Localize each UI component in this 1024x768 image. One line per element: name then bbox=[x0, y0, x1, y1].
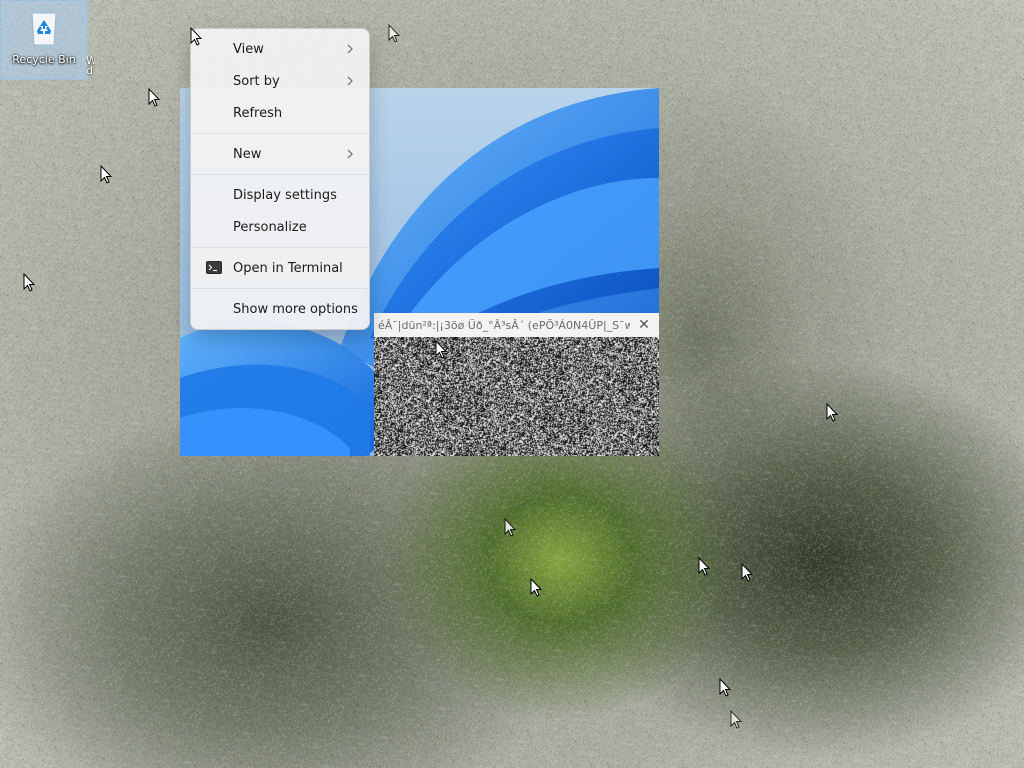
menu-item-label: Personalize bbox=[233, 219, 307, 235]
menu-separator bbox=[192, 174, 368, 175]
cursor-icon bbox=[23, 273, 35, 292]
menu-item-view[interactable]: View bbox=[195, 35, 365, 63]
cursor-icon bbox=[698, 557, 710, 576]
cursor-icon bbox=[435, 340, 447, 359]
desktop-icon-partial-label: W d bbox=[86, 56, 94, 76]
cursor-icon bbox=[730, 710, 742, 729]
menu-item-label: Refresh bbox=[233, 105, 283, 121]
menu-separator bbox=[192, 288, 368, 289]
menu-item-label: Show more options bbox=[233, 301, 358, 317]
desktop[interactable]: Recycle Bin W d éÂ¯|dün²ª:|¡3öø Üð_°Â³sÂ… bbox=[0, 0, 1024, 768]
menu-item-sort-by[interactable]: Sort by bbox=[195, 67, 365, 95]
menu-item-label: Display settings bbox=[233, 187, 337, 203]
cursor-icon bbox=[148, 88, 160, 107]
recycle-bin-icon bbox=[31, 12, 57, 46]
menu-separator bbox=[192, 247, 368, 248]
desktop-icon-label: Recycle Bin bbox=[12, 53, 76, 66]
cursor-icon bbox=[530, 578, 542, 597]
preview-title-bar: éÂ¯|dün²ª:|¡3öø Üð_°Â³sÂ´ (ePÖ³Á0N4ÛP|_S… bbox=[374, 313, 659, 337]
cursor-icon bbox=[826, 403, 838, 422]
cursor-icon bbox=[100, 165, 112, 184]
desktop-context-menu: View Sort by Refresh New Display setting… bbox=[190, 28, 370, 330]
chevron-right-icon bbox=[347, 76, 353, 86]
menu-item-display-settings[interactable]: Display settings bbox=[195, 181, 365, 209]
preview-title-text: éÂ¯|dün²ª:|¡3öø Üð_°Â³sÂ´ (ePÖ³Á0N4ÛP|_S… bbox=[378, 318, 630, 332]
menu-item-refresh[interactable]: Refresh bbox=[195, 99, 365, 127]
cursor-icon bbox=[504, 518, 516, 537]
cursor-icon bbox=[719, 678, 731, 697]
cursor-icon bbox=[190, 27, 202, 46]
preview-static-noise bbox=[374, 337, 659, 456]
close-icon[interactable]: ✕ bbox=[635, 316, 653, 334]
menu-item-label: Sort by bbox=[233, 73, 280, 89]
menu-item-new[interactable]: New bbox=[195, 140, 365, 168]
chevron-right-icon bbox=[347, 149, 353, 159]
menu-item-label: Open in Terminal bbox=[233, 260, 343, 276]
menu-separator bbox=[192, 133, 368, 134]
menu-item-open-in-terminal[interactable]: Open in Terminal bbox=[195, 254, 365, 282]
cursor-icon bbox=[388, 24, 400, 43]
cursor-icon bbox=[741, 563, 753, 582]
menu-item-label: View bbox=[233, 41, 264, 57]
terminal-icon bbox=[206, 261, 222, 274]
menu-item-show-more-options[interactable]: Show more options bbox=[195, 295, 365, 323]
menu-item-personalize[interactable]: Personalize bbox=[195, 213, 365, 241]
chevron-right-icon bbox=[347, 44, 353, 54]
desktop-icon-recycle-bin[interactable]: Recycle Bin bbox=[0, 0, 88, 80]
menu-item-label: New bbox=[233, 146, 262, 162]
